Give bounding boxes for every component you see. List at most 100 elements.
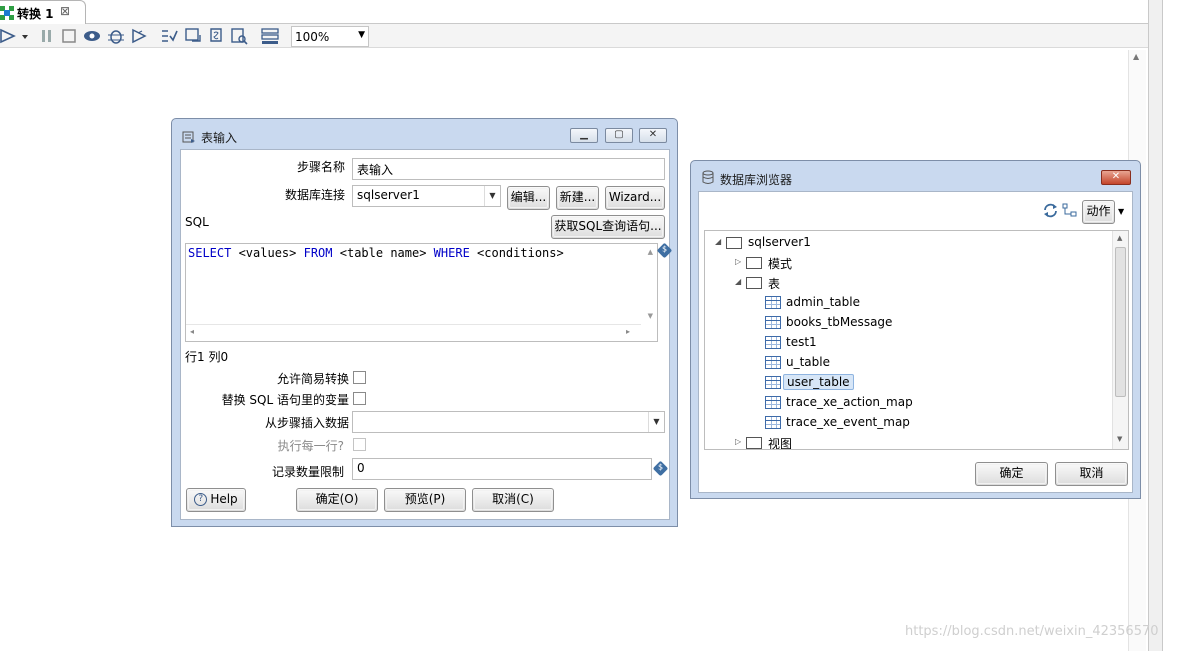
verify-icon[interactable] bbox=[160, 27, 178, 45]
replace-variables-checkbox[interactable] bbox=[353, 392, 366, 405]
dialog-body: 步骤名称 表输入 数据库连接 sqlserver1 ▼ 编辑... 新建... … bbox=[180, 149, 673, 520]
connection-value: sqlserver1 bbox=[357, 188, 420, 202]
insert-from-step-label: 从步骤插入数据 bbox=[264, 416, 349, 430]
impact-icon[interactable] bbox=[184, 27, 202, 45]
tree-node-tables[interactable]: ◢ 表 bbox=[705, 273, 1110, 293]
maximize-button[interactable]: ▢ bbox=[605, 128, 633, 143]
table-icon bbox=[765, 376, 781, 389]
debug-icon[interactable] bbox=[107, 27, 125, 45]
tree-node-views[interactable]: ▷ 视图 bbox=[705, 433, 1110, 449]
edit-connection-button[interactable]: 编辑... bbox=[507, 186, 550, 210]
scroll-up-icon[interactable]: ▲ bbox=[1117, 234, 1122, 242]
table-icon bbox=[765, 336, 781, 349]
scroll-down-icon[interactable]: ▼ bbox=[1117, 435, 1122, 443]
run-icon[interactable] bbox=[0, 27, 18, 45]
preview-eye-icon[interactable] bbox=[83, 27, 101, 45]
close-button[interactable]: ✕ bbox=[1101, 170, 1131, 185]
tree-scrollbar[interactable]: ▲ ▼ bbox=[1112, 231, 1128, 449]
expand-tree-icon[interactable] bbox=[1062, 203, 1077, 218]
stop-icon[interactable] bbox=[60, 27, 78, 45]
minimize-button[interactable]: ▁ bbox=[570, 128, 598, 143]
table-icon bbox=[765, 316, 781, 329]
action-button[interactable]: 动作 bbox=[1082, 200, 1115, 224]
table-item[interactable]: test1 bbox=[705, 333, 1110, 353]
table-icon bbox=[765, 416, 781, 429]
cancel-button[interactable]: 取消 bbox=[1055, 462, 1128, 486]
chevron-down-icon: ▼ bbox=[358, 30, 365, 40]
ok-button[interactable]: 确定(O) bbox=[296, 488, 378, 512]
refresh-icon[interactable] bbox=[1042, 202, 1059, 219]
table-item[interactable]: trace_xe_event_map bbox=[705, 413, 1110, 433]
sql-editor[interactable]: SELECT <values> FROM <table name> WHERE … bbox=[185, 243, 658, 342]
scroll-down-icon[interactable]: ▼ bbox=[648, 312, 653, 320]
pause-icon[interactable] bbox=[38, 27, 56, 45]
tree-node-schemas[interactable]: ▷ 模式 bbox=[705, 253, 1110, 273]
dialog-title: 数据库浏览器 bbox=[720, 173, 793, 187]
table-icon bbox=[765, 396, 781, 409]
toolbar: 100% ▼ bbox=[0, 24, 1148, 48]
transformation-icon bbox=[0, 6, 14, 20]
sql-text: SELECT <values> FROM <table name> WHERE … bbox=[188, 246, 564, 260]
folder-icon bbox=[726, 237, 742, 249]
replay-icon[interactable] bbox=[130, 27, 148, 45]
table-input-icon bbox=[182, 131, 195, 143]
expand-icon[interactable]: ▷ bbox=[735, 257, 741, 266]
scroll-right-icon[interactable]: ▸ bbox=[626, 327, 630, 336]
tree-node-root[interactable]: ◢ sqlserver1 bbox=[705, 233, 1110, 253]
table-item[interactable]: u_table bbox=[705, 353, 1110, 373]
sql-icon[interactable] bbox=[207, 27, 225, 45]
zoom-select[interactable]: 100% ▼ bbox=[291, 26, 369, 47]
new-connection-button[interactable]: 新建... bbox=[556, 186, 599, 210]
table-input-dialog: 表输入 ▁ ▢ ✕ 步骤名称 表输入 数据库连接 sqlserver1 ▼ 编辑… bbox=[171, 118, 678, 527]
step-name-input[interactable]: 表输入 bbox=[352, 158, 665, 180]
table-item-selected[interactable]: user_table bbox=[705, 373, 1110, 393]
table-item[interactable]: books_tbMessage bbox=[705, 313, 1110, 333]
cursor-position: 行1 列0 bbox=[185, 350, 229, 364]
tab-strip: 转换 1 ⊠ bbox=[0, 0, 1148, 24]
close-icon[interactable]: ⊠ bbox=[60, 4, 70, 18]
database-icon bbox=[702, 170, 714, 184]
help-button[interactable]: ? Help bbox=[186, 488, 246, 512]
folder-icon bbox=[746, 277, 762, 289]
folder-icon bbox=[746, 257, 762, 269]
chevron-down-icon: ▼ bbox=[484, 186, 500, 206]
lazy-conversion-checkbox[interactable] bbox=[353, 371, 366, 384]
connection-select[interactable]: sqlserver1 ▼ bbox=[352, 185, 501, 207]
table-item[interactable]: trace_xe_action_map bbox=[705, 393, 1110, 413]
explore-db-icon[interactable] bbox=[230, 27, 248, 45]
table-icon bbox=[765, 296, 781, 309]
ok-button[interactable]: 确定 bbox=[975, 462, 1048, 486]
scroll-left-icon[interactable]: ◂ bbox=[190, 327, 194, 336]
preview-button[interactable]: 预览(P) bbox=[384, 488, 466, 512]
table-item[interactable]: admin_table bbox=[705, 293, 1110, 313]
scroll-up-icon[interactable]: ▲ bbox=[648, 248, 653, 256]
run-dropdown-icon[interactable] bbox=[19, 27, 31, 45]
scroll-thumb[interactable] bbox=[1115, 247, 1126, 397]
horizontal-scrollbar[interactable]: ◂ ▸ bbox=[186, 324, 641, 341]
insert-from-step-select[interactable]: ▼ bbox=[352, 411, 665, 433]
dialog-body: 动作 ▼ ◢ sqlserver1 ▷ 模式 ◢ 表 admin_table b… bbox=[698, 191, 1133, 493]
zoom-value: 100% bbox=[295, 30, 330, 44]
get-sql-button[interactable]: 获取SQL查询语句... bbox=[551, 215, 665, 239]
sql-label: SQL bbox=[185, 215, 209, 229]
wizard-button[interactable]: Wizard... bbox=[605, 186, 665, 210]
close-button[interactable]: ✕ bbox=[639, 128, 667, 143]
tab-transformation[interactable]: 转换 1 ⊠ bbox=[0, 0, 86, 24]
collapse-icon[interactable]: ◢ bbox=[735, 277, 741, 286]
database-explorer-dialog: 数据库浏览器 ✕ 动作 ▼ ◢ sqlserver1 ▷ 模式 ◢ 表 admi… bbox=[690, 160, 1141, 499]
execute-each-row-checkbox bbox=[353, 438, 366, 451]
limit-input[interactable]: 0 bbox=[352, 458, 652, 480]
step-name-label: 步骤名称 bbox=[296, 160, 345, 174]
collapse-icon[interactable]: ◢ bbox=[715, 237, 721, 246]
cancel-button[interactable]: 取消(C) bbox=[472, 488, 554, 512]
scroll-up-icon[interactable]: ▲ bbox=[1133, 52, 1139, 61]
variable-icon: $ bbox=[656, 242, 673, 259]
folder-icon bbox=[746, 437, 762, 449]
chevron-down-icon[interactable]: ▼ bbox=[1118, 207, 1124, 216]
panel-separator[interactable] bbox=[1148, 0, 1163, 651]
variable-icon: $ bbox=[652, 460, 669, 477]
table-icon bbox=[765, 356, 781, 369]
dialog-title: 表输入 bbox=[201, 131, 238, 145]
expand-icon[interactable]: ▷ bbox=[735, 437, 741, 446]
show-results-icon[interactable] bbox=[261, 27, 279, 45]
